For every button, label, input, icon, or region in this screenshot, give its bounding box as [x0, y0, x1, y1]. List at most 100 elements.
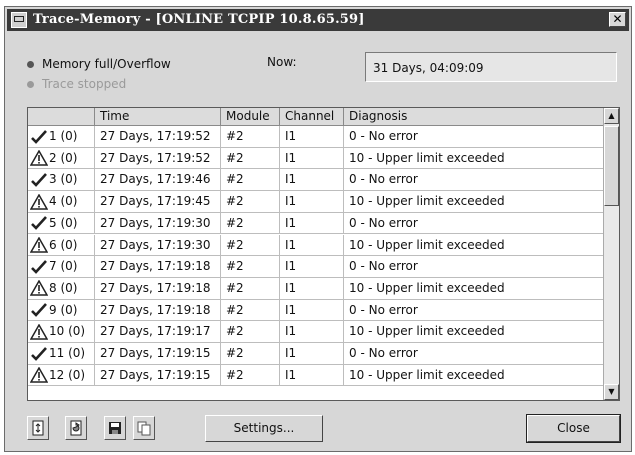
scroll-down-icon[interactable]: ▼: [604, 384, 619, 400]
document-reload-icon[interactable]: [65, 416, 87, 440]
column-header-module[interactable]: Module: [221, 108, 280, 126]
cell-id: 9 (0): [28, 299, 95, 321]
cell-id: 1 (0): [28, 126, 95, 147]
cell-time: 27 Days, 17:19:45: [95, 191, 221, 212]
cell-id-text: 11 (0): [49, 346, 86, 360]
table-row[interactable]: 1 (0) 27 Days, 17:19:52 #2 I1 0 - No error: [28, 126, 604, 148]
close-icon[interactable]: ✕: [609, 12, 626, 27]
cell-channel: I1: [280, 343, 344, 364]
cell-module-text: #2: [226, 194, 244, 209]
check-icon: [30, 259, 48, 275]
cell-channel-text: I1: [285, 280, 297, 295]
table-row[interactable]: 11 (0) 27 Days, 17:19:15 #2 I1 0 - No error: [28, 343, 604, 365]
status-dot-icon: [27, 61, 34, 68]
table-row[interactable]: 3 (0) 27 Days, 17:19:46 #2 I1 0 - No error: [28, 169, 604, 192]
cell-diagnosis: 0 - No error: [344, 126, 604, 147]
column-header-id[interactable]: [28, 108, 95, 126]
cell-channel-text: I1: [285, 129, 297, 143]
table-row[interactable]: 4 (0) 27 Days, 17:19:45 #2 I1 10 - Upper lim…: [28, 191, 604, 213]
cell-id: 11 (0): [28, 343, 95, 364]
cell-channel: I1: [280, 321, 344, 342]
document-refresh-icon[interactable]: [27, 416, 49, 440]
cell-module: #2: [221, 364, 280, 386]
cell-module-text: #2: [226, 259, 244, 274]
cell-id-text: 5 (0): [49, 215, 78, 230]
copy-icon[interactable]: [133, 416, 155, 440]
scroll-thumb[interactable]: [604, 126, 619, 206]
cell-diagnosis-text: 0 - No error: [349, 346, 418, 360]
cell-channel-text: I1: [285, 346, 297, 360]
cell-time: 27 Days, 17:19:46: [95, 169, 221, 191]
warning-icon: [29, 366, 49, 383]
save-icon[interactable]: [104, 416, 126, 440]
cell-diagnosis-text: 10 - Upper limit exceeded: [349, 150, 505, 165]
cell-id-text: 6 (0): [49, 237, 78, 252]
cell-time: 27 Days, 17:19:18: [95, 277, 221, 299]
cell-module-text: #2: [226, 346, 244, 360]
cell-id-text: 2 (0): [49, 150, 78, 165]
cell-channel-text: I1: [285, 302, 297, 317]
cell-time: 27 Days, 17:19:17: [95, 321, 221, 342]
table-row[interactable]: 2 (0) 27 Days, 17:19:52 #2 I1 10 - Upper lim…: [28, 147, 604, 170]
cell-diagnosis: 0 - No error: [344, 256, 604, 277]
cell-diagnosis: 0 - No error: [344, 299, 604, 321]
cell-id-text: 9 (0): [49, 302, 78, 317]
column-header-channel[interactable]: Channel: [280, 108, 344, 126]
cell-module-text: #2: [226, 324, 244, 339]
cell-time: 27 Days, 17:19:30: [95, 234, 221, 256]
cell-time-text: 27 Days, 17:19:52: [100, 129, 211, 143]
cell-time-text: 27 Days, 17:19:15: [100, 346, 211, 360]
cell-module: #2: [221, 169, 280, 191]
cell-id: 12 (0): [28, 364, 95, 386]
trace-stopped-indicator: Trace stopped: [27, 77, 126, 91]
column-header-diagnosis[interactable]: Diagnosis: [344, 108, 604, 126]
cell-id-text: 7 (0): [49, 259, 78, 274]
cell-id-text: 1 (0): [49, 129, 78, 143]
cell-diagnosis: 0 - No error: [344, 343, 604, 364]
vertical-scrollbar[interactable]: ▲ ▼: [603, 108, 619, 400]
scroll-up-icon[interactable]: ▲: [604, 108, 619, 124]
cell-module: #2: [221, 212, 280, 234]
check-icon: [30, 302, 48, 318]
cell-diagnosis-text: 0 - No error: [349, 259, 418, 274]
cell-module-text: #2: [226, 367, 244, 382]
cell-diagnosis: 10 - Upper limit exceeded: [344, 321, 604, 342]
cell-module-text: #2: [226, 150, 244, 165]
cell-time: 27 Days, 17:19:52: [95, 126, 221, 147]
close-button[interactable]: Close: [526, 414, 621, 443]
cell-id: 7 (0): [28, 256, 95, 277]
cell-channel-text: I1: [285, 367, 297, 382]
memory-full-label: Memory full/Overflow: [42, 57, 171, 71]
settings-button[interactable]: Settings...: [205, 415, 323, 442]
cell-diagnosis: 10 - Upper limit exceeded: [344, 147, 604, 169]
title-bar: Trace-Memory - [ONLINE TCPIP 10.8.65.59]…: [7, 9, 629, 31]
column-header-time[interactable]: Time: [95, 108, 221, 126]
table-row[interactable]: 9 (0) 27 Days, 17:19:18 #2 I1 0 - No error: [28, 299, 604, 322]
table-row[interactable]: 8 (0) 27 Days, 17:19:18 #2 I1 10 - Upper lim…: [28, 277, 604, 300]
check-icon: [30, 346, 48, 362]
cell-id-text: 10 (0): [49, 324, 86, 339]
cell-id: 5 (0): [28, 212, 95, 234]
cell-channel-text: I1: [285, 237, 297, 252]
table-row[interactable]: 6 (0) 27 Days, 17:19:30 #2 I1 10 - Upper lim…: [28, 234, 604, 257]
cell-diagnosis-text: 10 - Upper limit exceeded: [349, 237, 505, 252]
cell-module: #2: [221, 256, 280, 277]
cell-diagnosis: 10 - Upper limit exceeded: [344, 277, 604, 299]
cell-module-text: #2: [226, 302, 244, 317]
table-row[interactable]: 5 (0) 27 Days, 17:19:30 #2 I1 0 - No error: [28, 212, 604, 235]
table-row[interactable]: 7 (0) 27 Days, 17:19:18 #2 I1 0 - No error: [28, 256, 604, 278]
cell-channel-text: I1: [285, 215, 297, 230]
table-row[interactable]: 10 (0) 27 Days, 17:19:17 #2 I1 10 - Upper li…: [28, 321, 604, 343]
cell-time: 27 Days, 17:19:30: [95, 212, 221, 234]
cell-time: 27 Days, 17:19:15: [95, 364, 221, 386]
cell-id: 4 (0): [28, 191, 95, 212]
trace-table[interactable]: Time Module Channel Diagnosis 1 (0) 27 Da…: [27, 107, 620, 401]
cell-diagnosis-text: 0 - No error: [349, 215, 418, 230]
table-row[interactable]: 12 (0) 27 Days, 17:19:15 #2 I1 10 - Upper li…: [28, 364, 604, 387]
cell-time-text: 27 Days, 17:19:18: [100, 259, 211, 274]
check-icon: [30, 129, 48, 145]
cell-module: #2: [221, 126, 280, 147]
app-icon: [11, 12, 27, 28]
cell-diagnosis: 10 - Upper limit exceeded: [344, 234, 604, 256]
warning-icon: [29, 236, 49, 253]
